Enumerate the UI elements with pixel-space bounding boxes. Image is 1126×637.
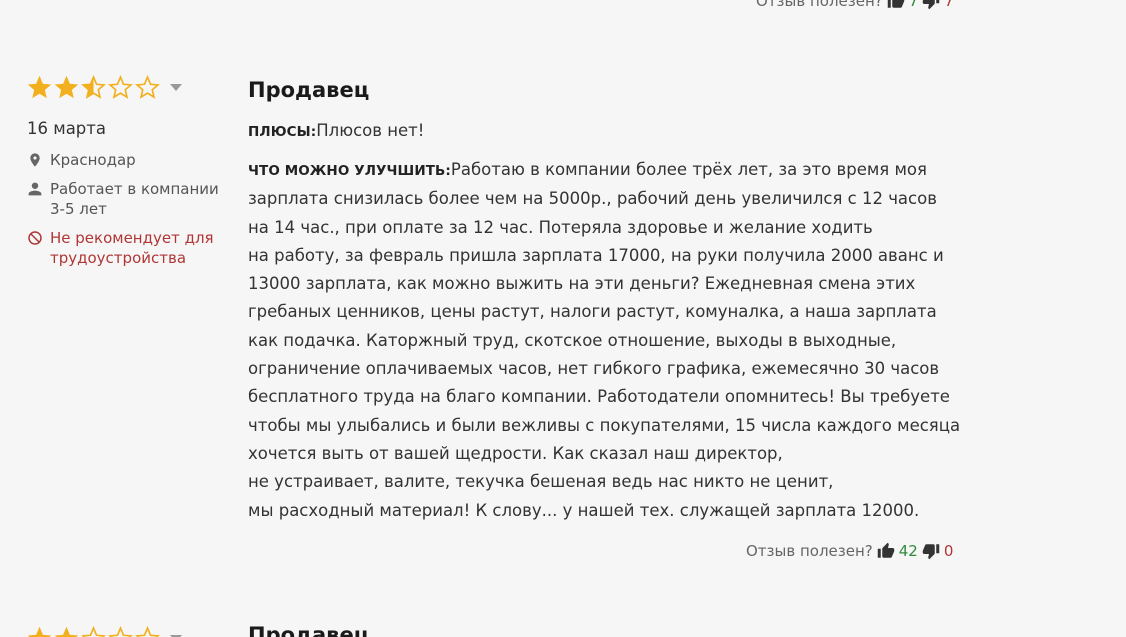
recommendation-text: Не рекомендует для трудоустройства — [50, 229, 214, 267]
chevron-down-icon[interactable] — [170, 84, 182, 92]
person-icon — [28, 182, 42, 196]
next-review-title: Продавец — [248, 623, 370, 637]
ban-icon — [28, 231, 42, 245]
tenure-text: Работает в компании 3-5 лет — [50, 180, 219, 218]
city-text: Краснодар — [50, 151, 136, 169]
review-title: Продавец — [248, 78, 370, 102]
helpful-label: Отзыв полезен? — [756, 0, 883, 10]
star-icon — [54, 626, 79, 637]
star-icon — [27, 626, 52, 637]
star-empty-icon — [108, 625, 133, 637]
pros-label: плюсы: — [248, 124, 317, 140]
rating-stars[interactable] — [27, 72, 227, 102]
likes-count: 42 — [898, 542, 918, 560]
review-improve: что можно улучшить:Работаю в компании бо… — [248, 156, 963, 525]
review-date: 16 марта — [27, 119, 106, 138]
reviewer-tenure: Работает в компании 3-5 лет — [27, 179, 227, 219]
dislikes-count: 7 — [944, 0, 954, 10]
reviews-page: Отзыв полезен? 7 7 16 марта Краснодар Ра… — [0, 0, 1126, 637]
review-pros: плюсы:Плюсов нет! — [248, 120, 963, 143]
reviewer-recommendation: Не рекомендует для трудоустройства — [27, 228, 227, 268]
thumb-down-icon[interactable] — [922, 542, 940, 560]
star-half-icon — [81, 74, 106, 99]
star-empty-icon — [81, 625, 106, 637]
star-icon — [27, 75, 52, 98]
star-empty-icon — [108, 74, 133, 99]
reviewer-city: Краснодар — [27, 150, 227, 170]
star-icon — [54, 75, 79, 98]
likes-count: 7 — [908, 0, 919, 10]
dislikes-count: 0 — [943, 542, 954, 560]
thumb-down-icon[interactable] — [922, 0, 940, 10]
location-pin-icon — [30, 153, 40, 167]
previous-review-helpful: Отзыв полезен? 7 7 — [756, 0, 954, 10]
star-empty-icon — [135, 74, 160, 99]
helpful-label: Отзыв полезен? — [746, 542, 873, 560]
pros-text: Плюсов нет! — [316, 121, 425, 140]
star-empty-icon — [135, 625, 160, 637]
improve-label: что можно улучшить: — [248, 163, 451, 179]
improve-text: Работаю в компании более трёх лет, за эт… — [248, 160, 961, 520]
rating-stars[interactable] — [27, 623, 182, 637]
thumb-up-icon[interactable] — [887, 0, 905, 10]
reviewer-meta: Краснодар Работает в компании 3-5 лет Не… — [27, 150, 227, 268]
review-meta-column: 16 марта Краснодар Работает в компании 3… — [27, 72, 227, 277]
thumb-up-icon[interactable] — [877, 542, 895, 560]
review-helpful: Отзыв полезен? 42 0 — [746, 542, 953, 560]
review-content: Продавец плюсы:Плюсов нет! что можно улу… — [248, 72, 963, 525]
